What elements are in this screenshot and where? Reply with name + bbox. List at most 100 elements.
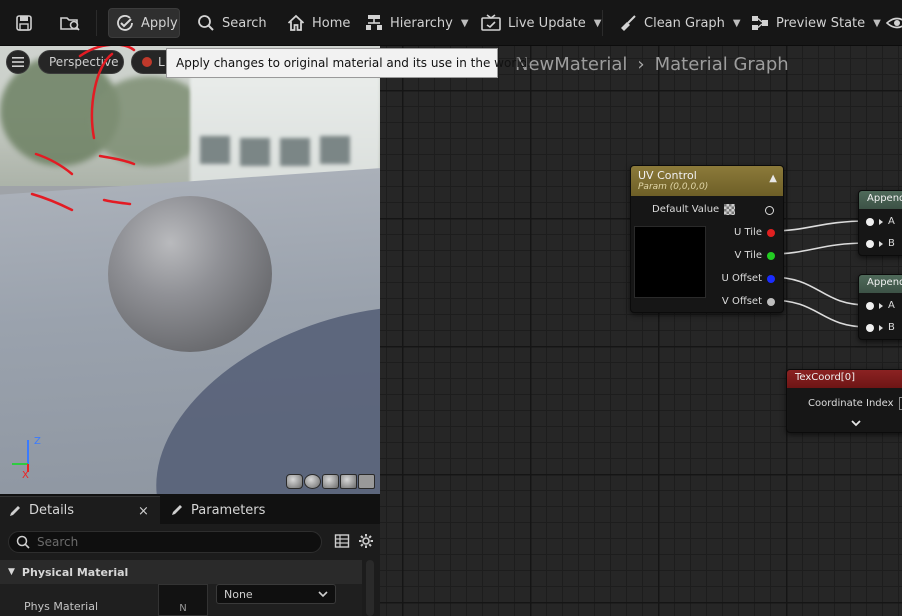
chevron-down-icon: ▼ <box>593 17 602 29</box>
node-title: Append <box>867 277 902 288</box>
hierarchy-icon <box>366 15 382 30</box>
apply-icon <box>117 15 133 31</box>
details-panel: Details × Parameters ▼ P <box>0 494 380 616</box>
home-icon <box>287 14 305 31</box>
blue-pin-icon[interactable] <box>767 274 775 283</box>
custom-mesh-preview-icon[interactable] <box>358 474 375 489</box>
default-value-row: Default Value <box>652 204 736 215</box>
live-update-label: Live Update <box>508 15 586 31</box>
live-update-dropdown[interactable]: Live Update ▼ <box>474 8 607 38</box>
coordinate-index-label: Coordinate Index <box>808 398 894 409</box>
color-swatch-icon[interactable] <box>724 204 736 215</box>
cylinder-preview-icon[interactable] <box>286 474 303 489</box>
output-pin-u-offset[interactable]: U Offset <box>721 273 775 284</box>
breadcrumb-item[interactable]: Material Graph <box>655 54 789 75</box>
live-update-icon <box>481 14 501 31</box>
phys-material-row: Phys Material N None <box>0 584 362 616</box>
chevron-down-icon: ▼ <box>732 17 741 29</box>
node-header[interactable]: Append <box>859 191 902 209</box>
material-graph[interactable]: NewMaterial › Material Graph UV Control … <box>380 46 902 616</box>
asset-thumbnail[interactable]: N <box>158 584 208 616</box>
tab-parameters[interactable]: Parameters <box>162 496 312 524</box>
preview-state-dropdown[interactable]: Preview State ▼ <box>744 8 887 38</box>
tab-details[interactable]: Details × <box>0 496 160 524</box>
node-header[interactable]: TexCoord[0] <box>787 370 902 388</box>
output-pin-v-tile[interactable]: V Tile <box>734 250 775 261</box>
search-icon <box>198 15 214 31</box>
wire <box>769 220 869 232</box>
default-value-label: Default Value <box>652 204 720 215</box>
coordinate-index-row: Coordinate Index 0 <box>808 397 902 410</box>
input-pin-b[interactable]: B <box>866 238 895 249</box>
apply-button[interactable]: Apply <box>108 8 180 38</box>
output-pin-u-tile[interactable]: U Tile <box>734 227 775 238</box>
output-pin-v-offset[interactable]: V Offset <box>722 296 775 307</box>
input-pin-icon[interactable] <box>866 239 874 248</box>
append-node[interactable]: Append A B <box>858 274 902 340</box>
input-pin-icon[interactable] <box>866 301 874 310</box>
home-button[interactable]: Home <box>280 8 356 38</box>
search-icon <box>16 535 30 549</box>
details-scrollbar[interactable] <box>366 560 374 616</box>
chevron-down-icon <box>318 591 328 598</box>
home-label: Home <box>312 15 351 31</box>
physical-material-section[interactable]: ▼ Physical Material <box>0 560 362 584</box>
pin-label: A <box>888 216 895 227</box>
coordinate-index-field[interactable]: 0 <box>898 397 902 410</box>
axis-gizmo-icon: Z X <box>12 436 41 478</box>
input-pin-a[interactable]: A <box>866 300 895 311</box>
white-pin-icon[interactable] <box>767 297 775 306</box>
clean-graph-dropdown[interactable]: Clean Graph ▼ <box>612 8 747 38</box>
pin-label: V Tile <box>734 250 762 261</box>
input-pin-a[interactable]: A <box>866 216 895 227</box>
plane-preview-icon[interactable] <box>322 474 339 489</box>
view-button[interactable] <box>880 8 902 38</box>
pin-label: U Offset <box>721 273 762 284</box>
details-pencil-icon <box>10 505 20 516</box>
hierarchy-dropdown[interactable]: Hierarchy ▼ <box>358 8 475 38</box>
chevron-down-icon: ▼ <box>460 17 469 29</box>
breadcrumb-item[interactable]: NewMaterial <box>515 54 627 75</box>
breadcrumb-chevron-icon: › <box>637 54 645 75</box>
preview-state-icon <box>752 16 768 30</box>
details-search-input[interactable] <box>37 535 307 549</box>
expand-chevron-icon[interactable] <box>851 419 861 427</box>
pin-label: A <box>888 300 895 311</box>
save-button[interactable] <box>8 8 40 38</box>
preview-shape-bar <box>286 474 375 489</box>
folder-search-icon <box>60 17 80 31</box>
browse-button[interactable] <box>52 8 88 38</box>
input-pin-icon[interactable] <box>866 217 874 226</box>
gear-icon[interactable] <box>358 533 374 549</box>
output-ring-icon[interactable] <box>765 206 774 215</box>
node-header[interactable]: Append <box>859 275 902 293</box>
toolbar: Apply Search Home Hierarchy ▼ Live Updat… <box>0 0 902 46</box>
texcoord-node[interactable]: TexCoord[0] Coordinate Index 0 <box>786 369 902 433</box>
append-node[interactable]: Append A B <box>858 190 902 256</box>
sphere-preview-icon[interactable] <box>304 474 321 489</box>
node-header[interactable]: UV Control Param (0,0,0,0) ▲ <box>631 166 783 196</box>
tooltip-text: Apply changes to original material and i… <box>176 56 532 70</box>
preview-viewport[interactable]: Perspective L Z X <box>0 46 380 494</box>
uv-control-node[interactable]: UV Control Param (0,0,0,0) ▲ Default Val… <box>630 165 784 313</box>
node-preview <box>634 226 706 298</box>
phys-material-select[interactable]: None <box>216 584 336 604</box>
node-subtitle: Param (0,0,0,0) <box>638 182 709 192</box>
tab-close-icon[interactable]: × <box>138 504 149 519</box>
input-pin-icon[interactable] <box>866 323 874 332</box>
green-pin-icon[interactable] <box>767 251 775 260</box>
red-pin-icon[interactable] <box>767 228 775 237</box>
details-search[interactable] <box>8 531 322 553</box>
axis-z-label: Z <box>34 436 41 447</box>
table-view-icon[interactable] <box>334 533 350 549</box>
section-title: Physical Material <box>21 565 129 579</box>
clean-graph-label: Clean Graph <box>644 15 725 31</box>
cube-preview-icon[interactable] <box>340 474 357 489</box>
parameters-pencil-icon <box>172 505 182 515</box>
prop-label: Phys Material <box>24 600 99 613</box>
collapse-icon[interactable]: ▲ <box>769 173 777 184</box>
input-pin-b[interactable]: B <box>866 322 895 333</box>
pin-label: V Offset <box>721 296 762 307</box>
search-button[interactable]: Search <box>190 8 273 38</box>
pin-arrow-icon <box>879 240 883 247</box>
